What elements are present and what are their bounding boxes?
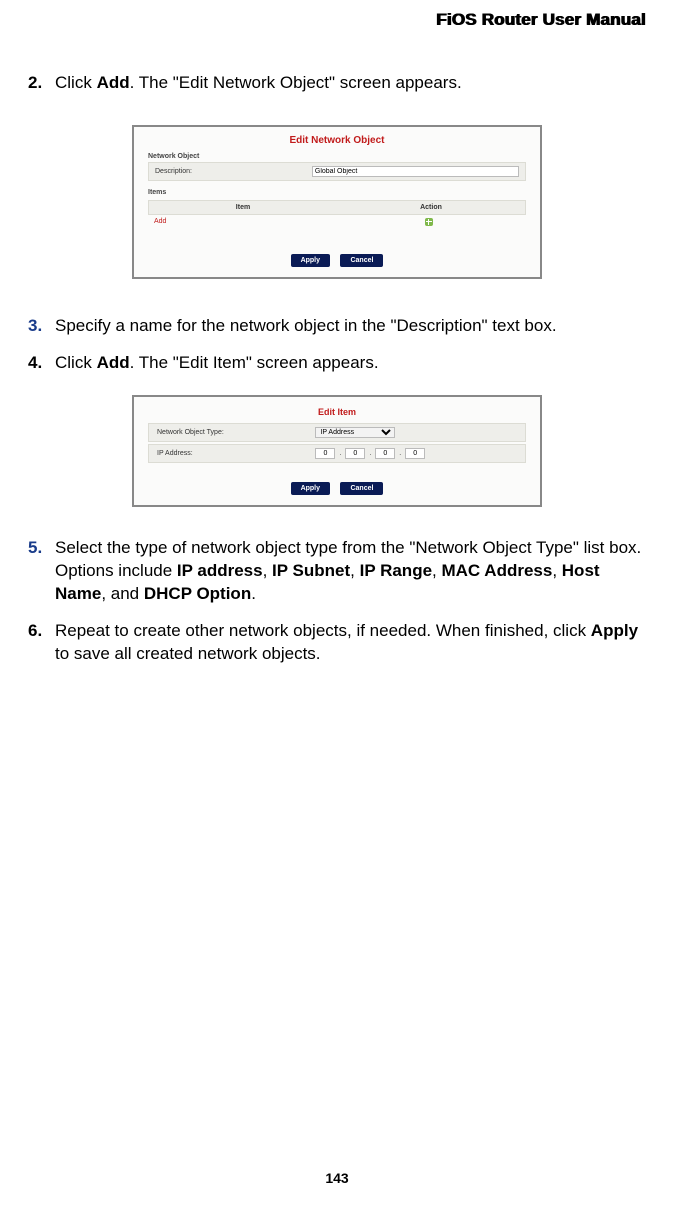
fig2-ip-label: IP Address: — [157, 450, 315, 457]
step-5-and: , and — [101, 584, 144, 603]
step-4-bold: Add — [97, 353, 130, 372]
doc-content: 2. Click Add. The "Edit Network Object" … — [28, 30, 646, 666]
ip-octet-4[interactable] — [405, 448, 425, 459]
cancel-button[interactable]: Cancel — [340, 254, 383, 267]
step-5-number: 5. — [28, 537, 46, 606]
fig2-ip-row: IP Address: . . . — [148, 444, 526, 463]
step-3: 3. Specify a name for the network object… — [28, 315, 646, 338]
ip-octet-3[interactable] — [375, 448, 395, 459]
doc-title: FiOS Router User Manual — [436, 10, 646, 29]
ip-dot: . — [399, 450, 401, 457]
step-5-sep: , — [263, 561, 272, 580]
step-4-text: Click Add. The "Edit Item" screen appear… — [55, 352, 646, 375]
description-input[interactable] — [312, 166, 519, 177]
step-2-number: 2. — [28, 72, 46, 95]
step-4-pre: Click — [55, 353, 97, 372]
ip-octet-1[interactable] — [315, 448, 335, 459]
step-2-bold: Add — [97, 73, 130, 92]
step-4-post: . The "Edit Item" screen appears. — [130, 353, 379, 372]
fig1-description-label: Description: — [155, 168, 308, 175]
figure-edit-item: Edit Item Network Object Type: IP Addres… — [132, 395, 542, 507]
ip-octet-2[interactable] — [345, 448, 365, 459]
fig1-description-row: Description: — [148, 162, 526, 181]
step-5-b2: IP Subnet — [272, 561, 350, 580]
step-5-end: . — [251, 584, 256, 603]
step-6-number: 6. — [28, 620, 46, 666]
step-5-text: Select the type of network object type f… — [55, 537, 646, 606]
page-number: 143 — [0, 1170, 674, 1186]
step-5-b1: IP address — [177, 561, 263, 580]
step-6-bold: Apply — [591, 621, 638, 640]
step-5-b3: IP Range — [360, 561, 432, 580]
step-4-number: 4. — [28, 352, 46, 375]
step-2-pre: Click — [55, 73, 97, 92]
fig2-type-row: Network Object Type: IP Address — [148, 423, 526, 442]
step-6-post: to save all created network objects. — [55, 644, 321, 663]
add-item-link[interactable]: Add — [154, 218, 337, 225]
apply-button[interactable]: Apply — [291, 254, 330, 267]
step-5-b4: MAC Address — [441, 561, 552, 580]
apply-button[interactable]: Apply — [291, 482, 330, 495]
step-4: 4. Click Add. The "Edit Item" screen app… — [28, 352, 646, 375]
fig1-items-th-action: Action — [337, 204, 525, 211]
step-5-b6: DHCP Option — [144, 584, 251, 603]
fig1-items-add-row: Add — [148, 215, 526, 229]
step-6: 6. Repeat to create other network object… — [28, 620, 646, 666]
fig1-items-th-item: Item — [149, 204, 337, 211]
ip-dot: . — [339, 450, 341, 457]
step-2-text: Click Add. The "Edit Network Object" scr… — [55, 72, 646, 95]
fig1-section-items: Items — [148, 189, 526, 196]
fig2-title: Edit Item — [134, 397, 540, 423]
fig1-button-bar: Apply Cancel — [134, 237, 540, 277]
doc-header: FiOS Router User Manual — [28, 0, 646, 30]
fig1-items-header: Item Action — [148, 200, 526, 215]
figure-edit-network-object: Edit Network Object Network Object Descr… — [132, 125, 542, 279]
step-6-text: Repeat to create other network objects, … — [55, 620, 646, 666]
fig2-button-bar: Apply Cancel — [134, 465, 540, 505]
network-object-type-select[interactable]: IP Address — [315, 427, 395, 438]
ip-dot: . — [369, 450, 371, 457]
add-icon[interactable] — [425, 218, 433, 226]
fig1-title: Edit Network Object — [134, 127, 540, 150]
step-5-sep: , — [552, 561, 561, 580]
step-3-text: Specify a name for the network object in… — [55, 315, 646, 338]
fig2-type-label: Network Object Type: — [157, 429, 315, 436]
step-5: 5. Select the type of network object typ… — [28, 537, 646, 606]
fig1-section-network-object: Network Object — [148, 153, 526, 160]
step-6-pre: Repeat to create other network objects, … — [55, 621, 591, 640]
step-3-number: 3. — [28, 315, 46, 338]
cancel-button[interactable]: Cancel — [340, 482, 383, 495]
step-2-post: . The "Edit Network Object" screen appea… — [130, 73, 462, 92]
step-2: 2. Click Add. The "Edit Network Object" … — [28, 72, 646, 95]
step-5-sep: , — [350, 561, 359, 580]
